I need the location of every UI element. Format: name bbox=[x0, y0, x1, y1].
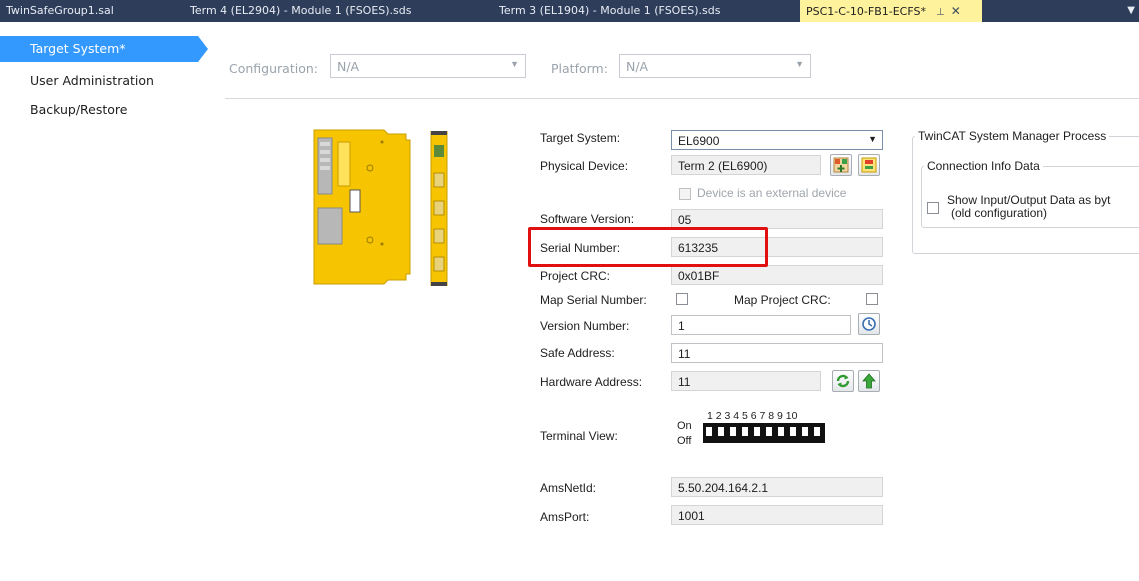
dip-switch-5 bbox=[753, 424, 761, 442]
show-io-data-label: Show Input/Output Data as byt bbox=[947, 193, 1111, 207]
dip-switch-1 bbox=[705, 424, 713, 442]
dip-switch-2 bbox=[717, 424, 725, 442]
hardware-address-value: 11 bbox=[678, 375, 691, 389]
dip-switch-numbers: 1 2 3 4 5 6 7 8 9 10 bbox=[707, 410, 798, 422]
project-crc-label: Project CRC: bbox=[540, 269, 611, 283]
remove-device-button[interactable] bbox=[858, 154, 880, 176]
serial-number-highlight bbox=[528, 227, 768, 267]
chevron-down-icon: ▼ bbox=[868, 134, 877, 144]
amsnetid-value: 5.50.204.164.2.1 bbox=[678, 481, 769, 495]
version-number-value: 1 bbox=[678, 319, 685, 333]
terminal-view-label: Terminal View: bbox=[540, 429, 618, 443]
tab-term3[interactable]: Term 3 (EL1904) - Module 1 (FSOES).sds bbox=[499, 0, 721, 22]
chevron-down-icon[interactable]: ▼ bbox=[1127, 0, 1135, 22]
platform-label: Platform: bbox=[551, 61, 608, 76]
map-project-crc-label: Map Project CRC: bbox=[734, 293, 831, 307]
map-serial-number-checkbox[interactable] bbox=[676, 293, 688, 305]
tab-label: TwinSafeGroup1.sal bbox=[6, 4, 114, 17]
hardware-address-field: 11 bbox=[671, 371, 821, 391]
dip-switch-3 bbox=[729, 424, 737, 442]
version-number-field[interactable]: 1 bbox=[671, 315, 851, 335]
amsport-field: 1001 bbox=[671, 505, 883, 525]
project-crc-field: 0x01BF bbox=[671, 265, 883, 285]
upload-address-button[interactable] bbox=[858, 370, 880, 392]
sidebar-item-backup-restore[interactable]: Backup/Restore bbox=[0, 97, 127, 123]
chevron-down-icon: ▼ bbox=[510, 59, 519, 69]
physical-device-value: Term 2 (EL6900) bbox=[678, 159, 768, 173]
tab-psc1-active[interactable]: PSC1-C-10-FB1-ECFS* ⊥ ✕ bbox=[800, 0, 982, 22]
sidebar-item-target-system[interactable]: Target System* bbox=[0, 36, 208, 62]
target-system-select[interactable]: EL6900 ▼ bbox=[671, 130, 883, 150]
sidebar-item-label: Target System* bbox=[30, 41, 126, 56]
document-tab-bar: TwinSafeGroup1.sal Term 4 (EL2904) - Mod… bbox=[0, 0, 1139, 22]
software-version-label: Software Version: bbox=[540, 212, 635, 226]
dip-switch-7 bbox=[777, 424, 785, 442]
close-icon[interactable]: ✕ bbox=[951, 4, 961, 18]
version-number-label: Version Number: bbox=[540, 319, 630, 333]
divider bbox=[225, 98, 1139, 99]
refresh-version-button[interactable] bbox=[858, 313, 880, 335]
amsport-value: 1001 bbox=[678, 509, 705, 523]
dip-switch-10 bbox=[813, 424, 821, 442]
physical-device-field: Term 2 (EL6900) bbox=[671, 155, 821, 175]
project-crc-value: 0x01BF bbox=[678, 269, 720, 283]
connection-info-group-title: Connection Info Data bbox=[924, 159, 1043, 173]
sync-address-button[interactable] bbox=[832, 370, 854, 392]
platform-value: N/A bbox=[626, 59, 649, 74]
safe-address-field[interactable]: 11 bbox=[671, 343, 883, 363]
physical-device-label: Physical Device: bbox=[540, 159, 629, 173]
twincat-process-group-title: TwinCAT System Manager Process bbox=[915, 129, 1110, 143]
tab-label: Term 3 (EL1904) - Module 1 (FSOES).sds bbox=[499, 4, 721, 17]
map-project-crc-checkbox[interactable] bbox=[866, 293, 878, 305]
arrow-up-icon bbox=[862, 373, 876, 389]
tab-label: PSC1-C-10-FB1-ECFS* bbox=[806, 5, 926, 18]
sidebar-item-label: User Administration bbox=[30, 73, 154, 88]
dip-switch-4 bbox=[741, 424, 749, 442]
add-device-icon bbox=[833, 157, 849, 173]
chevron-down-icon: ▼ bbox=[795, 59, 804, 69]
remove-device-icon bbox=[861, 157, 877, 173]
configuration-label: Configuration: bbox=[229, 61, 318, 76]
safe-address-value: 11 bbox=[678, 347, 691, 361]
dip-switch-6 bbox=[765, 424, 773, 442]
tab-label: Term 4 (EL2904) - Module 1 (FSOES).sds bbox=[190, 4, 412, 17]
platform-select[interactable]: N/A ▼ bbox=[619, 54, 811, 78]
target-system-value: EL6900 bbox=[678, 134, 720, 148]
add-device-button[interactable] bbox=[830, 154, 852, 176]
software-version-value: 05 bbox=[678, 213, 692, 227]
amsnetid-field: 5.50.204.164.2.1 bbox=[671, 477, 883, 497]
safe-address-label: Safe Address: bbox=[540, 346, 615, 360]
amsport-label: AmsPort: bbox=[540, 510, 590, 524]
show-io-data-checkbox[interactable] bbox=[927, 202, 939, 214]
clock-refresh-icon bbox=[862, 317, 876, 331]
configuration-value: N/A bbox=[337, 59, 360, 74]
tab-term4[interactable]: Term 4 (EL2904) - Module 1 (FSOES).sds bbox=[190, 0, 412, 22]
old-configuration-label: (old configuration) bbox=[951, 206, 1048, 220]
external-device-label: Device is an external device bbox=[697, 186, 847, 200]
dip-switch-9 bbox=[801, 424, 809, 442]
software-version-field: 05 bbox=[671, 209, 883, 229]
sidebar-item-user-administration[interactable]: User Administration bbox=[0, 68, 154, 94]
pin-icon[interactable]: ⊥ bbox=[936, 7, 945, 18]
configuration-select[interactable]: N/A ▼ bbox=[330, 54, 526, 78]
amsnetid-label: AmsNetId: bbox=[540, 481, 597, 495]
external-device-checkbox[interactable] bbox=[679, 188, 691, 200]
map-serial-number-label: Map Serial Number: bbox=[540, 293, 647, 307]
target-system-label: Target System: bbox=[540, 131, 621, 145]
dip-switch-8 bbox=[789, 424, 797, 442]
sidebar-item-label: Backup/Restore bbox=[30, 102, 128, 117]
dip-on-label: On bbox=[677, 420, 692, 432]
tab-twinsafegroup[interactable]: TwinSafeGroup1.sal bbox=[6, 0, 114, 22]
hardware-address-label: Hardware Address: bbox=[540, 375, 643, 389]
sync-icon bbox=[836, 374, 850, 388]
dip-off-label: Off bbox=[677, 435, 692, 447]
